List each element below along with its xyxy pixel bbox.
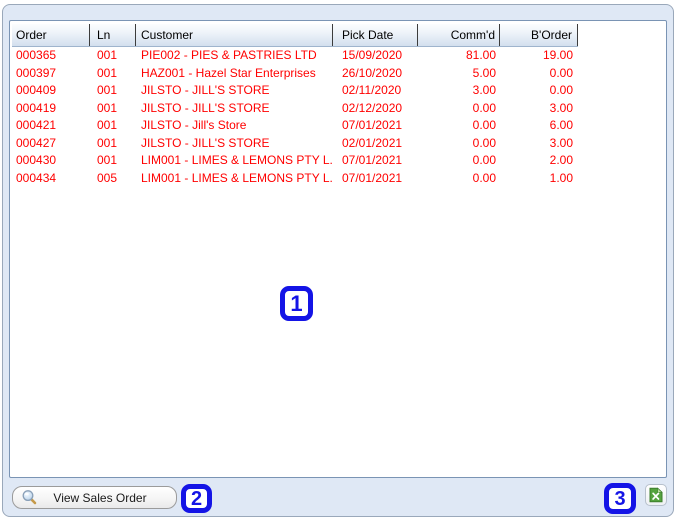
cell-order: 000409 (16, 83, 57, 97)
cell-ln: 005 (97, 170, 118, 185)
cell-ln: 001 (97, 135, 118, 150)
table-row[interactable]: 000427 001 JILSTO - JILL'S STORE 02/01/2… (12, 135, 578, 153)
column-header-order[interactable]: Order (12, 24, 90, 46)
cell-commd: 0.00 (472, 170, 496, 185)
cell-border: 2.00 (549, 153, 573, 167)
cell-pick-date: 26/10/2020 (342, 65, 403, 80)
cell-customer: JILSTO - JILL'S STORE (141, 83, 270, 97)
column-header-commd[interactable]: Comm'd (418, 24, 500, 46)
excel-export-icon (649, 487, 663, 503)
cell-customer: PIE002 - PIES & PASTRIES LTD (141, 48, 317, 62)
cell-customer: LIM001 - LIMES & LEMONS PTY L... (141, 153, 333, 167)
cell-commd: 81.00 (465, 48, 496, 62)
cell-ln: 001 (97, 100, 118, 115)
cell-commd: 3.00 (472, 83, 496, 97)
cell-order: 000365 (16, 48, 57, 62)
cell-customer: JILSTO - JILL'S STORE (141, 100, 270, 115)
cell-border: 1.00 (549, 170, 573, 185)
cell-pick-date: 02/12/2020 (342, 100, 403, 115)
table-body: 000365 001 PIE002 - PIES & PASTRIES LTD … (12, 47, 578, 187)
cell-ln: 001 (97, 153, 118, 167)
cell-border: 6.00 (549, 118, 573, 132)
cell-order: 000397 (16, 65, 57, 80)
cell-border: 3.00 (549, 100, 573, 115)
grid-header-row: Order Ln Customer Pick Date Comm'd B'Ord… (12, 24, 578, 47)
table-row[interactable]: 000409 001 JILSTO - JILL'S STORE 02/11/2… (12, 82, 578, 100)
cell-commd: 0.00 (472, 118, 496, 132)
column-header-border[interactable]: B'Order (500, 24, 578, 46)
cell-order: 000430 (16, 153, 57, 167)
cell-border: 19.00 (542, 48, 573, 62)
column-header-pick-date[interactable]: Pick Date (333, 24, 418, 46)
callout-3: 3 (604, 483, 636, 514)
table-row[interactable]: 000421 001 JILSTO - Jill's Store 07/01/2… (12, 117, 578, 135)
cell-commd: 0.00 (472, 135, 496, 150)
cell-customer: JILSTO - JILL'S STORE (141, 135, 270, 150)
cell-ln: 001 (97, 65, 118, 80)
cell-order: 000427 (16, 135, 57, 150)
order-lines-window: Order Ln Customer Pick Date Comm'd B'Ord… (0, 0, 679, 523)
cell-customer: HAZ001 - Hazel Star Enterprises (141, 65, 316, 80)
table-row[interactable]: 000397 001 HAZ001 - Hazel Star Enterpris… (12, 65, 578, 83)
view-sales-order-label: View Sales Order (53, 490, 147, 505)
cell-pick-date: 02/01/2021 (342, 135, 403, 150)
cell-customer: JILSTO - Jill's Store (141, 118, 247, 132)
cell-border: 0.00 (549, 65, 573, 80)
order-lines-grid-panel: Order Ln Customer Pick Date Comm'd B'Ord… (9, 20, 667, 478)
callout-2: 2 (181, 484, 212, 513)
column-header-ln[interactable]: Ln (90, 24, 136, 46)
cell-pick-date: 02/11/2020 (342, 83, 402, 97)
cell-ln: 001 (97, 118, 118, 132)
cell-order: 000419 (16, 100, 57, 115)
cell-customer: LIM001 - LIMES & LEMONS PTY L... (141, 170, 333, 185)
table-row[interactable]: 000419 001 JILSTO - JILL'S STORE 02/12/2… (12, 100, 578, 118)
callout-1: 1 (280, 286, 313, 321)
cell-commd: 0.00 (472, 100, 496, 115)
excel-export-button[interactable] (645, 484, 667, 506)
view-sales-order-button[interactable]: View Sales Order (12, 486, 177, 509)
cell-commd: 5.00 (472, 65, 496, 80)
order-lines-grid: Order Ln Customer Pick Date Comm'd B'Ord… (12, 24, 578, 187)
table-row[interactable]: 000434 005 LIM001 - LIMES & LEMONS PTY L… (12, 170, 578, 188)
cell-order: 000434 (16, 170, 57, 185)
table-row[interactable]: 000365 001 PIE002 - PIES & PASTRIES LTD … (12, 47, 578, 65)
cell-pick-date: 15/09/2020 (342, 48, 403, 62)
cell-pick-date: 07/01/2021 (342, 170, 403, 185)
magnifier-icon (22, 490, 37, 505)
cell-ln: 001 (97, 48, 118, 62)
cell-pick-date: 07/01/2021 (342, 118, 403, 132)
cell-ln: 001 (97, 83, 118, 97)
cell-commd: 0.00 (472, 153, 496, 167)
cell-border: 3.00 (549, 135, 573, 150)
column-header-customer[interactable]: Customer (136, 24, 333, 46)
cell-order: 000421 (16, 118, 57, 132)
table-row[interactable]: 000430 001 LIM001 - LIMES & LEMONS PTY L… (12, 152, 578, 170)
cell-pick-date: 07/01/2021 (342, 153, 403, 167)
cell-border: 0.00 (549, 83, 573, 97)
